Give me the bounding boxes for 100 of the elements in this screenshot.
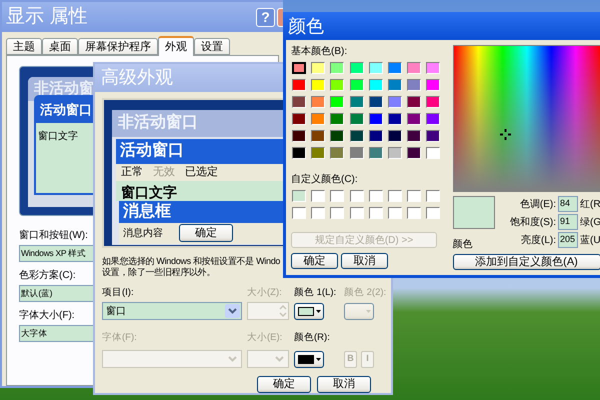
color-swatch[interactable]	[330, 62, 344, 74]
color-swatch[interactable]	[350, 79, 364, 91]
dropdown-arrow-icon	[366, 310, 370, 312]
color-swatch[interactable]	[330, 113, 344, 125]
color-swatch[interactable]	[311, 207, 326, 219]
dropdown-arrow-icon	[316, 310, 320, 312]
color-swatch[interactable]	[311, 113, 326, 125]
dropdown-field[interactable]: 窗口	[102, 302, 242, 320]
preview-title: 非活动窗	[34, 78, 94, 99]
dropdown-field[interactable]: 大字体	[19, 325, 95, 342]
color-swatch[interactable]	[426, 79, 440, 91]
spinner-field[interactable]	[247, 302, 289, 320]
color-swatch[interactable]	[330, 96, 344, 108]
color-swatch[interactable]	[292, 113, 306, 125]
dialog-button[interactable]: 取消	[317, 376, 371, 393]
color-swatch[interactable]	[388, 130, 402, 142]
color-swatch[interactable]	[388, 190, 402, 202]
color-swatch[interactable]	[330, 207, 344, 219]
color-swatch[interactable]	[388, 113, 402, 125]
color-swatch[interactable]	[426, 190, 440, 202]
color-swatch[interactable]	[426, 130, 440, 142]
color-swatch[interactable]	[368, 62, 383, 74]
color-swatch[interactable]	[426, 62, 440, 74]
number-field[interactable]: 205	[558, 232, 578, 248]
color-picker-button[interactable]	[294, 302, 324, 320]
note-text: 如果您选择的 Windows 和按钮设置不是 Windo	[102, 256, 280, 267]
color-swatch[interactable]	[368, 130, 383, 142]
tab[interactable]: 屏幕保护程序	[78, 38, 158, 55]
color-swatch[interactable]	[330, 130, 344, 142]
tab[interactable]: 设置	[194, 38, 230, 55]
color-swatch[interactable]	[292, 79, 306, 91]
color-swatch[interactable]	[388, 62, 402, 74]
color-spectrum[interactable]	[452, 45, 600, 192]
menu-item[interactable]: 已选定	[185, 164, 218, 180]
color-swatch[interactable]	[292, 147, 306, 159]
color-swatch[interactable]	[388, 79, 402, 91]
close-button[interactable]	[277, 8, 283, 26]
dialog-button[interactable]: 确定	[291, 253, 338, 269]
color-swatch[interactable]	[407, 113, 422, 125]
color-swatch[interactable]	[330, 190, 344, 202]
color-picker-button[interactable]	[344, 302, 374, 320]
color-swatch[interactable]	[368, 207, 383, 219]
color-swatch[interactable]	[311, 96, 326, 108]
color-swatch[interactable]	[350, 147, 364, 159]
color-swatch[interactable]	[330, 147, 344, 159]
color-swatch[interactable]	[407, 62, 422, 74]
color-swatch[interactable]	[426, 207, 440, 219]
tab[interactable]: 桌面	[42, 38, 78, 55]
color-swatch[interactable]	[311, 62, 326, 74]
spinner-arrows-icon	[278, 303, 288, 319]
field-label: 绿(G	[580, 216, 600, 230]
tab[interactable]: 外观	[158, 36, 194, 56]
number-field[interactable]: 84	[558, 196, 578, 212]
color-swatch[interactable]	[350, 190, 364, 202]
color-swatch[interactable]	[407, 96, 422, 108]
dialog-button[interactable]: 取消	[341, 253, 388, 269]
color-swatch[interactable]	[368, 113, 383, 125]
color-swatch[interactable]	[292, 62, 306, 74]
color-swatch[interactable]	[388, 207, 402, 219]
color-swatch[interactable]	[368, 147, 383, 159]
menu-item[interactable]: 正常	[121, 164, 143, 180]
color-swatch[interactable]	[350, 207, 364, 219]
color-swatch[interactable]	[311, 147, 326, 159]
color-swatch[interactable]	[426, 113, 440, 125]
color-swatch[interactable]	[407, 147, 422, 159]
color-swatch[interactable]	[388, 96, 402, 108]
dropdown-field[interactable]	[247, 350, 289, 368]
color-swatch[interactable]	[350, 96, 364, 108]
color-swatch[interactable]	[292, 130, 306, 142]
field-label: 字体大小(F):	[19, 308, 75, 323]
note-text: 设置，除了一些旧程序以外。	[102, 266, 216, 278]
color-swatch[interactable]	[311, 190, 326, 202]
add-to-custom-colors-button[interactable]: 添加到自定义颜色(A)	[452, 254, 600, 270]
dialog-button[interactable]: 确定	[257, 376, 311, 393]
dropdown-field[interactable]	[102, 350, 242, 368]
color-swatch[interactable]	[292, 96, 306, 108]
tab[interactable]: 主题	[6, 38, 42, 55]
dropdown-field[interactable]: Windows XP 样式	[19, 245, 95, 262]
number-field[interactable]: 91	[558, 214, 578, 230]
color-swatch[interactable]	[350, 62, 364, 74]
color-picker-button[interactable]	[294, 350, 324, 368]
color-swatch[interactable]	[292, 190, 306, 202]
color-swatch[interactable]	[407, 79, 422, 91]
color-swatch[interactable]	[368, 96, 383, 108]
color-swatch[interactable]	[368, 190, 383, 202]
color-swatch[interactable]	[350, 113, 364, 125]
color-swatch[interactable]	[311, 130, 326, 142]
color-swatch[interactable]	[426, 96, 440, 108]
color-swatch[interactable]	[388, 147, 402, 159]
color-swatch[interactable]	[311, 79, 326, 91]
color-swatch[interactable]	[368, 79, 383, 91]
color-swatch[interactable]	[407, 190, 422, 202]
color-swatch[interactable]	[350, 130, 364, 142]
dropdown-field[interactable]: 默认(蓝)	[19, 285, 95, 302]
color-swatch[interactable]	[330, 79, 344, 91]
color-swatch[interactable]	[407, 130, 422, 142]
color-swatch[interactable]	[407, 207, 422, 219]
ok-button[interactable]: 确定	[179, 224, 233, 242]
color-swatch[interactable]	[426, 147, 440, 159]
color-swatch[interactable]	[292, 207, 306, 219]
